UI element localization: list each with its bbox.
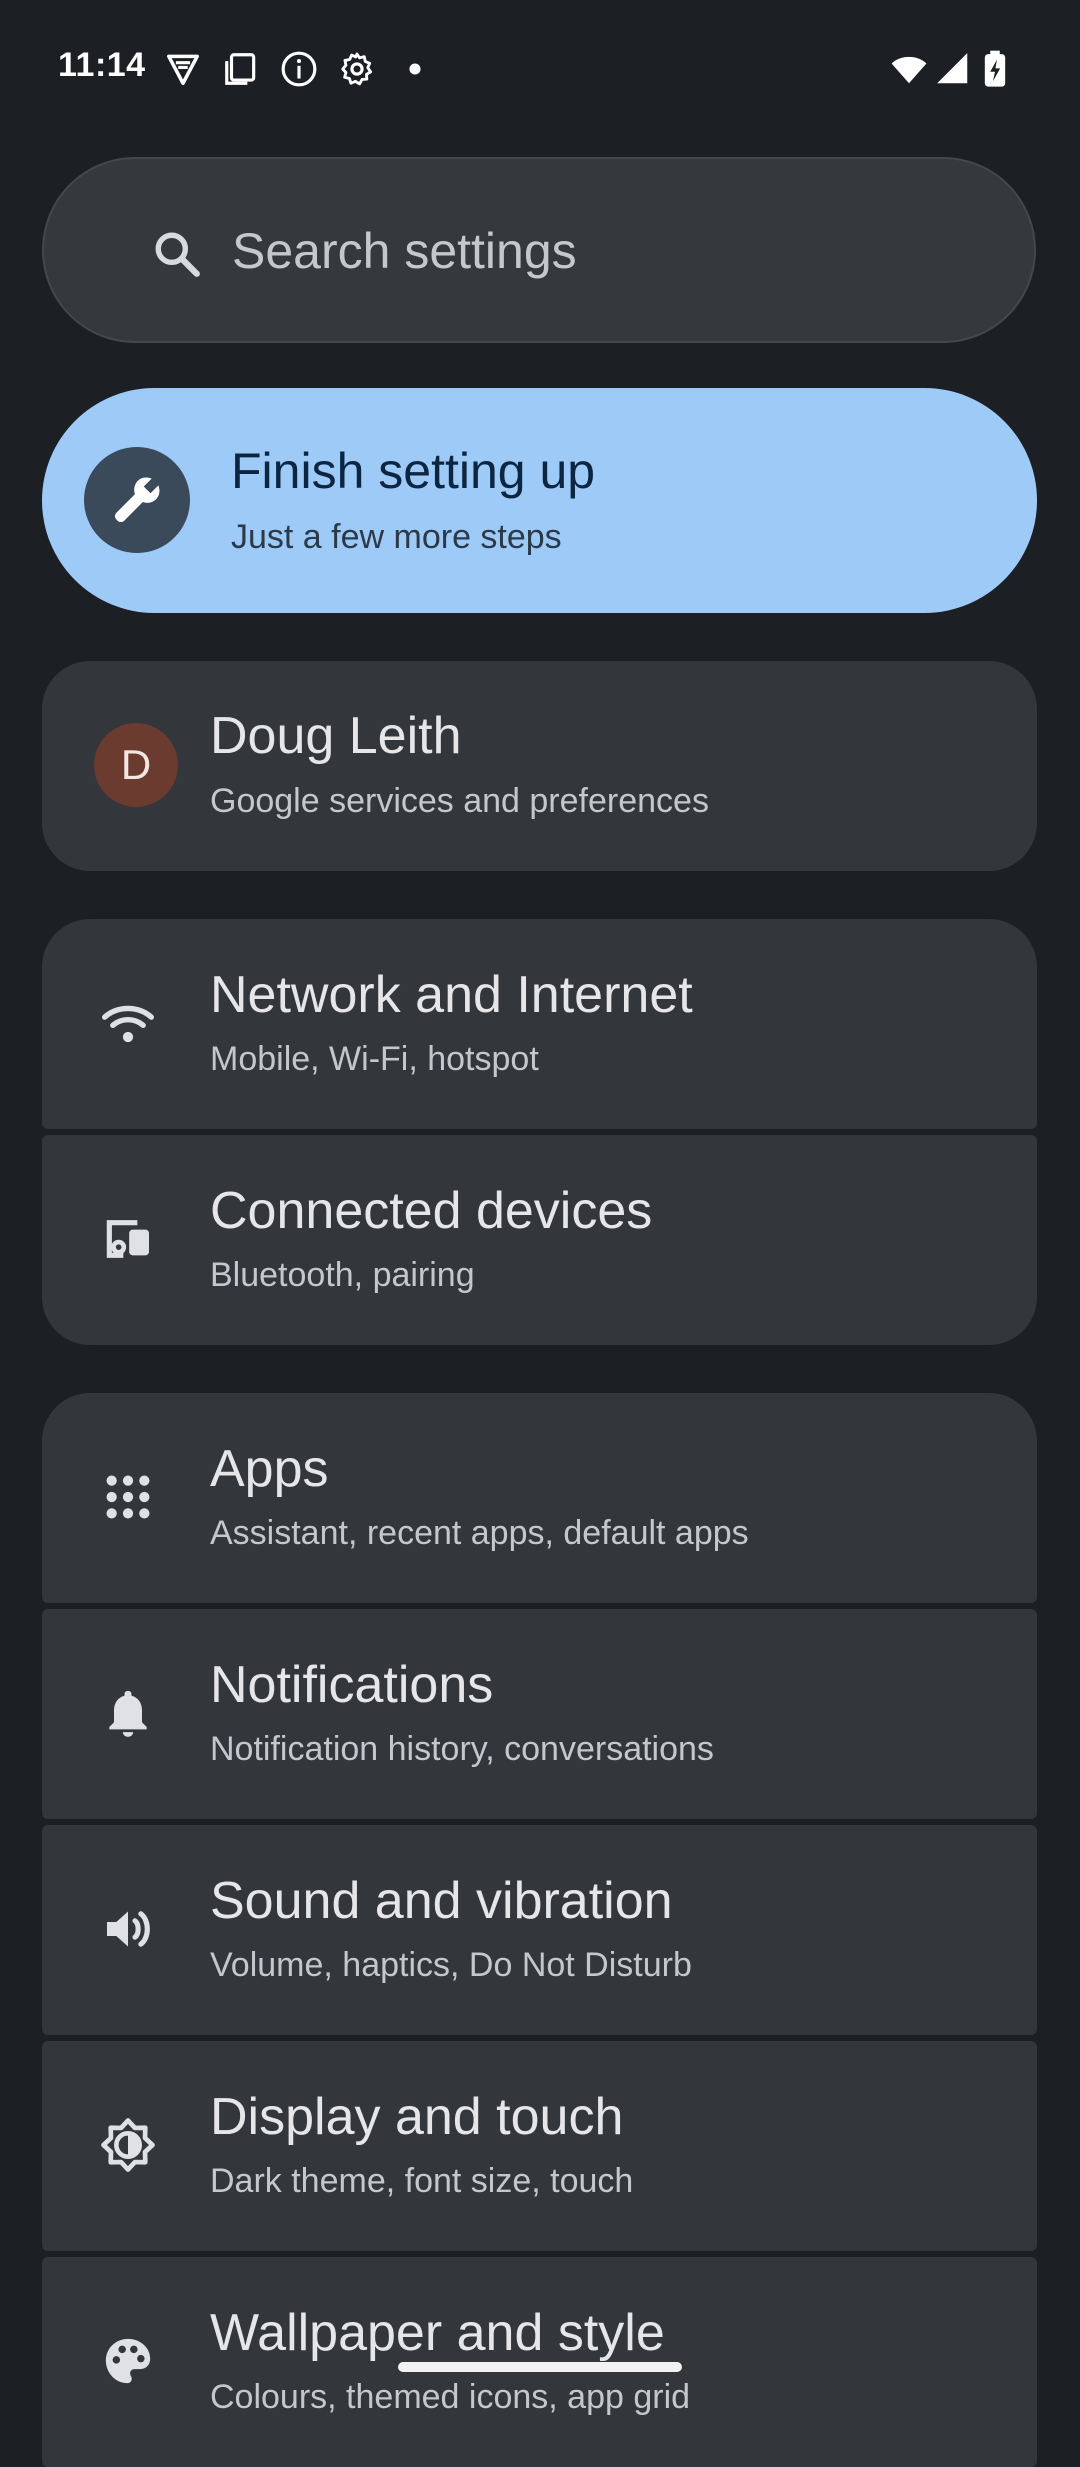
item-subtitle: Mobile, Wi-Fi, hotspot: [210, 1040, 539, 1078]
item-subtitle: Colours, themed icons, app grid: [210, 2378, 691, 2416]
account-name: Doug Leith: [210, 707, 462, 765]
settings-item-display[interactable]: Display and touch Dark theme, font size,…: [42, 2041, 1037, 2251]
item-title: Display and touch: [210, 2088, 624, 2146]
settings-item-network[interactable]: Network and Internet Mobile, Wi-Fi, hots…: [42, 919, 1037, 1129]
search-placeholder: Search settings: [232, 223, 577, 279]
settings-gear-icon: [338, 50, 376, 88]
item-title: Notifications: [210, 1656, 494, 1714]
item-subtitle: Assistant, recent apps, default apps: [210, 1514, 749, 1552]
item-title: Sound and vibration: [210, 1872, 673, 1930]
setup-subtitle: Just a few more steps: [231, 518, 562, 556]
item-subtitle: Dark theme, font size, touch: [210, 2162, 634, 2200]
speaker-icon: [100, 1901, 156, 1957]
item-subtitle: Volume, haptics, Do Not Disturb: [210, 1946, 692, 1984]
setup-icon-circle: [84, 447, 190, 553]
gesture-navigation-handle[interactable]: [398, 2362, 682, 2372]
wifi-icon: [100, 995, 156, 1051]
wrench-icon: [114, 477, 160, 523]
item-title: Wallpaper and style: [210, 2304, 665, 2362]
status-bar: 11:14: [0, 0, 1080, 136]
item-title: Network and Internet: [210, 966, 693, 1024]
item-title: Apps: [210, 1440, 329, 1498]
palette-icon: [100, 2333, 156, 2389]
settings-item-sound[interactable]: Sound and vibration Volume, haptics, Do …: [42, 1825, 1037, 2035]
settings-item-notifications[interactable]: Notifications Notification history, conv…: [42, 1609, 1037, 1819]
bell-icon: [100, 1685, 156, 1741]
account-card[interactable]: D Doug Leith Google services and prefere…: [42, 661, 1037, 871]
dot-icon: [396, 50, 434, 88]
account-subtitle: Google services and preferences: [210, 782, 709, 820]
status-time: 11:14: [58, 46, 146, 84]
item-subtitle: Notification history, conversations: [210, 1730, 714, 1768]
brightness-icon: [100, 2117, 156, 2173]
finish-setup-card[interactable]: Finish setting up Just a few more steps: [42, 388, 1037, 613]
connected-devices-icon: [100, 1211, 156, 1267]
screenshot-icon: [222, 50, 260, 88]
battery-charging-icon: [978, 50, 1012, 88]
apps-grid-icon: [100, 1469, 156, 1525]
vpn-shield-icon: [164, 50, 202, 88]
search-bar[interactable]: Search settings: [42, 157, 1036, 343]
item-title: Connected devices: [210, 1182, 653, 1240]
avatar: D: [94, 723, 178, 807]
setup-title: Finish setting up: [231, 443, 596, 499]
item-subtitle: Bluetooth, pairing: [210, 1256, 475, 1294]
settings-item-connected-devices[interactable]: Connected devices Bluetooth, pairing: [42, 1135, 1037, 1345]
wifi-icon: [888, 50, 930, 88]
search-icon: [152, 229, 202, 279]
info-icon: [280, 50, 318, 88]
cell-signal-icon: [934, 50, 972, 88]
settings-item-apps[interactable]: Apps Assistant, recent apps, default app…: [42, 1393, 1037, 1603]
